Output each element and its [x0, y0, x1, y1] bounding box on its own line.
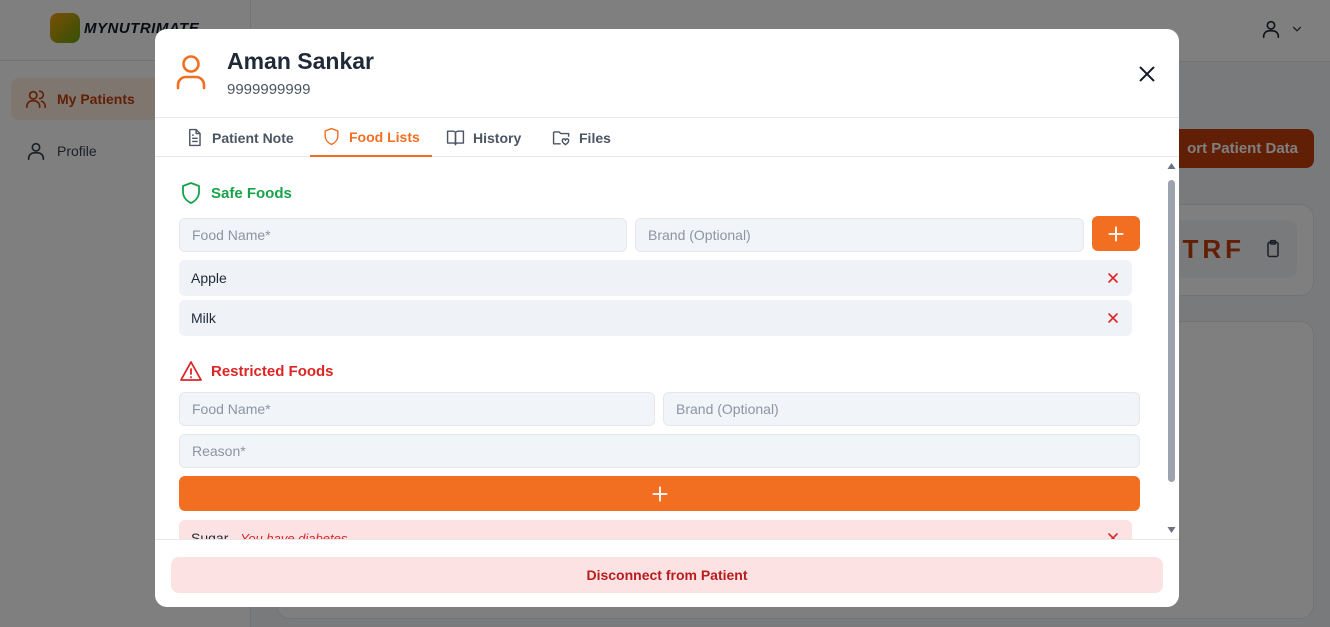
disconnect-label: Disconnect from Patient	[586, 567, 748, 583]
safe-food-item: Milk	[179, 300, 1132, 336]
modal-header: Aman Sankar 9999999999	[155, 29, 1179, 118]
patient-phone: 9999999999	[227, 81, 311, 98]
food-name: Apple	[191, 270, 227, 286]
disconnect-button[interactable]: Disconnect from Patient	[171, 557, 1163, 593]
patient-modal: Aman Sankar 9999999999 Patient Note Food…	[155, 29, 1179, 607]
scroll-down-arrow-icon[interactable]	[1167, 526, 1176, 534]
close-icon[interactable]	[1136, 63, 1158, 85]
plus-icon	[1108, 225, 1124, 242]
add-safe-food-button[interactable]	[1092, 216, 1140, 251]
remove-icon[interactable]	[1106, 311, 1120, 325]
remove-icon[interactable]	[1106, 531, 1120, 539]
tab-files[interactable]: Files	[540, 118, 623, 157]
modal-tabs: Patient Note Food Lists History Files	[155, 118, 1179, 157]
tab-patient-note[interactable]: Patient Note	[173, 118, 306, 157]
tab-label: Food Lists	[349, 128, 420, 145]
tab-label: History	[473, 129, 522, 146]
user-avatar-icon	[176, 55, 206, 90]
restriction-reason: You have diabetes	[240, 530, 348, 540]
folder-heart-icon	[552, 131, 570, 146]
warning-icon	[180, 361, 202, 381]
scroll-up-arrow-icon[interactable]	[1167, 162, 1176, 170]
safe-food-name-input[interactable]	[179, 218, 627, 252]
plus-icon	[651, 485, 668, 502]
food-lists-panel[interactable]: Safe Foods Apple Milk Restricted Foods S…	[155, 157, 1179, 539]
book-icon	[446, 130, 465, 146]
food-name: Sugar	[191, 530, 229, 539]
document-icon	[189, 128, 201, 147]
tab-food-lists[interactable]: Food Lists	[310, 118, 432, 157]
safe-brand-input[interactable]	[635, 218, 1084, 252]
safe-foods-title: Safe Foods	[211, 184, 292, 202]
scrollbar[interactable]	[1167, 162, 1176, 534]
tab-history[interactable]: History	[434, 118, 533, 157]
restricted-food-name-input[interactable]	[179, 392, 655, 426]
safe-foods-heading: Safe Foods	[179, 181, 292, 205]
restricted-reason-input[interactable]	[179, 434, 1140, 468]
safe-food-item: Apple	[179, 260, 1132, 296]
modal-footer: Disconnect from Patient	[155, 539, 1179, 607]
restricted-foods-heading: Restricted Foods	[179, 359, 334, 383]
shield-icon	[182, 182, 200, 204]
add-restricted-food-button[interactable]	[179, 476, 1140, 511]
scrollbar-thumb[interactable]	[1168, 180, 1175, 482]
tab-label: Files	[579, 129, 611, 146]
restricted-food-item: Sugar You have diabetes	[179, 520, 1132, 539]
patient-name: Aman Sankar	[227, 48, 375, 74]
shield-icon	[324, 127, 339, 146]
food-name: Milk	[191, 310, 216, 326]
restricted-brand-input[interactable]	[663, 392, 1140, 426]
restricted-foods-title: Restricted Foods	[211, 362, 334, 380]
tab-label: Patient Note	[212, 129, 294, 146]
remove-icon[interactable]	[1106, 271, 1120, 285]
